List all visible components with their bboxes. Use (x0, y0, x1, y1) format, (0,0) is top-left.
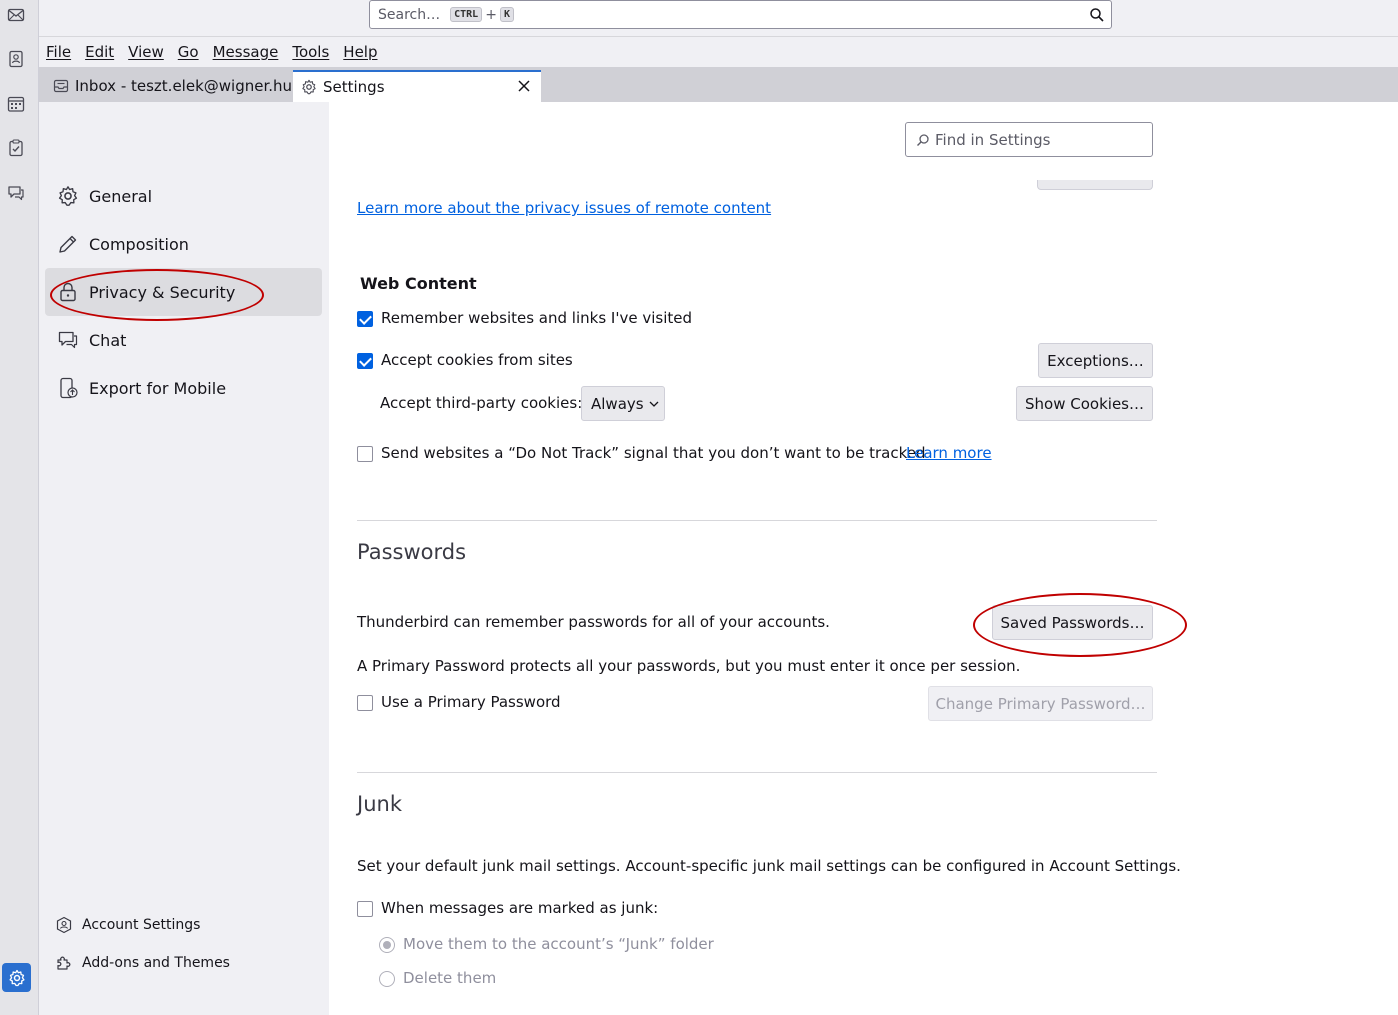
when-marked-junk-label: When messages are marked as junk: (381, 899, 659, 917)
do-not-track-checkbox[interactable] (357, 446, 373, 462)
third-party-cookies-select[interactable]: Always (581, 386, 665, 421)
menu-message[interactable]: Message (213, 43, 279, 61)
tab-settings[interactable]: Settings (293, 70, 541, 102)
settings-nav: General Composition Privacy & Security C… (39, 102, 329, 1015)
nav-item-label: Chat (89, 330, 127, 350)
remote-content-learn-more-link[interactable]: Learn more about the privacy issues of r… (357, 199, 771, 217)
use-primary-password-label: Use a Primary Password (381, 693, 561, 711)
scrolled-button-stub (1037, 180, 1153, 190)
mobile-export-icon (60, 377, 78, 399)
addons-themes-label: Add-ons and Themes (82, 955, 230, 971)
third-party-cookies-value: Always (591, 394, 644, 413)
show-cookies-button[interactable]: Show Cookies… (1016, 386, 1153, 421)
close-icon[interactable] (517, 79, 531, 93)
nav-item-composition[interactable]: Composition (45, 220, 322, 268)
remember-sites-checkbox[interactable] (357, 311, 373, 327)
menu-view[interactable]: View (128, 43, 164, 61)
primary-password-description: A Primary Password protects all your pas… (357, 657, 1021, 675)
menu-tools[interactable]: Tools (292, 43, 329, 61)
nav-item-label: Privacy & Security (89, 282, 236, 302)
gear-icon (302, 79, 316, 95)
search-placeholder: Search… (378, 6, 441, 23)
account-settings-label: Account Settings (82, 917, 201, 933)
when-marked-junk-checkbox[interactable] (357, 901, 373, 917)
settings-pane: Find in Settings Learn more about the pr… (329, 102, 1398, 1015)
menu-go[interactable]: Go (178, 43, 199, 61)
nav-item-general[interactable]: General (45, 172, 322, 220)
address-book-icon[interactable] (7, 50, 25, 68)
accept-cookies-checkbox[interactable] (357, 353, 373, 369)
junk-heading: Junk (357, 792, 402, 816)
menu-edit[interactable]: Edit (85, 43, 114, 61)
chat-icon (58, 331, 78, 349)
calendar-icon[interactable] (7, 95, 25, 113)
delete-them-label: Delete them (403, 969, 497, 987)
change-primary-password-button[interactable]: Change Primary Password… (928, 686, 1153, 721)
shortcut-plus: + (485, 6, 497, 23)
section-divider (357, 520, 1157, 521)
nav-item-label: Composition (89, 234, 189, 254)
spaces-toolbar (0, 0, 39, 1015)
shortcut-ctrl: CTRL (450, 7, 483, 22)
saved-passwords-button[interactable]: Saved Passwords… (992, 605, 1153, 640)
gear-icon (58, 186, 78, 206)
use-primary-password-checkbox[interactable] (357, 695, 373, 711)
web-content-heading: Web Content (360, 274, 477, 293)
tab-inbox-label: Inbox - teszt.elek@wigner.hu (75, 77, 293, 95)
nav-item-label: General (89, 186, 153, 206)
junk-description: Set your default junk mail settings. Acc… (357, 857, 1181, 875)
menu-bar: File Edit View Go Message Tools Help (39, 37, 1398, 67)
tab-inbox[interactable]: Inbox - teszt.elek@wigner.hu (49, 70, 294, 102)
account-settings-link[interactable]: Account Settings (55, 916, 200, 934)
puzzle-icon (57, 956, 71, 970)
search-icon[interactable] (1089, 7, 1105, 23)
tasks-icon[interactable] (7, 139, 25, 157)
menu-help[interactable]: Help (343, 43, 377, 61)
pencil-icon (59, 235, 77, 253)
do-not-track-label: Send websites a “Do Not Track” signal th… (381, 444, 926, 462)
find-placeholder: Find in Settings (935, 130, 1051, 149)
nav-item-chat[interactable]: Chat (45, 316, 322, 364)
lock-icon (60, 282, 76, 302)
nav-item-label: Export for Mobile (89, 378, 227, 398)
top-bar: Search… CTRL + K (39, 0, 1398, 37)
tab-bar: Inbox - teszt.elek@wigner.hu Settings (39, 67, 1398, 102)
inbox-icon (53, 79, 69, 93)
shortcut-k: K (499, 7, 514, 22)
nav-item-privacy-security[interactable]: Privacy & Security (45, 268, 322, 316)
remember-sites-label: Remember websites and links I've visited (381, 309, 692, 327)
accept-cookies-label: Accept cookies from sites (381, 351, 573, 369)
nav-item-export-mobile[interactable]: Export for Mobile (45, 364, 322, 412)
do-not-track-learn-more-link[interactable]: Learn more (906, 444, 992, 462)
chat-icon[interactable] (7, 184, 25, 202)
addons-themes-link[interactable]: Add-ons and Themes (55, 954, 230, 972)
passwords-heading: Passwords (357, 540, 467, 564)
section-divider (357, 772, 1157, 773)
move-to-junk-radio[interactable] (379, 937, 395, 953)
menu-file[interactable]: File (46, 43, 71, 61)
move-to-junk-label: Move them to the account’s “Junk” folder (403, 935, 714, 953)
search-icon (917, 133, 929, 146)
settings-gear-icon[interactable] (2, 963, 31, 992)
find-in-settings-input[interactable]: Find in Settings (905, 122, 1153, 157)
global-search-input[interactable]: Search… CTRL + K (369, 0, 1112, 29)
third-party-cookies-label: Accept third-party cookies: (380, 394, 583, 412)
account-icon (56, 916, 72, 934)
passwords-description: Thunderbird can remember passwords for a… (357, 613, 830, 631)
exceptions-button[interactable]: Exceptions… (1038, 343, 1153, 378)
mail-icon[interactable] (7, 6, 25, 24)
delete-them-radio[interactable] (379, 971, 395, 987)
chevron-down-icon (649, 401, 659, 407)
tab-settings-label: Settings (323, 78, 385, 96)
